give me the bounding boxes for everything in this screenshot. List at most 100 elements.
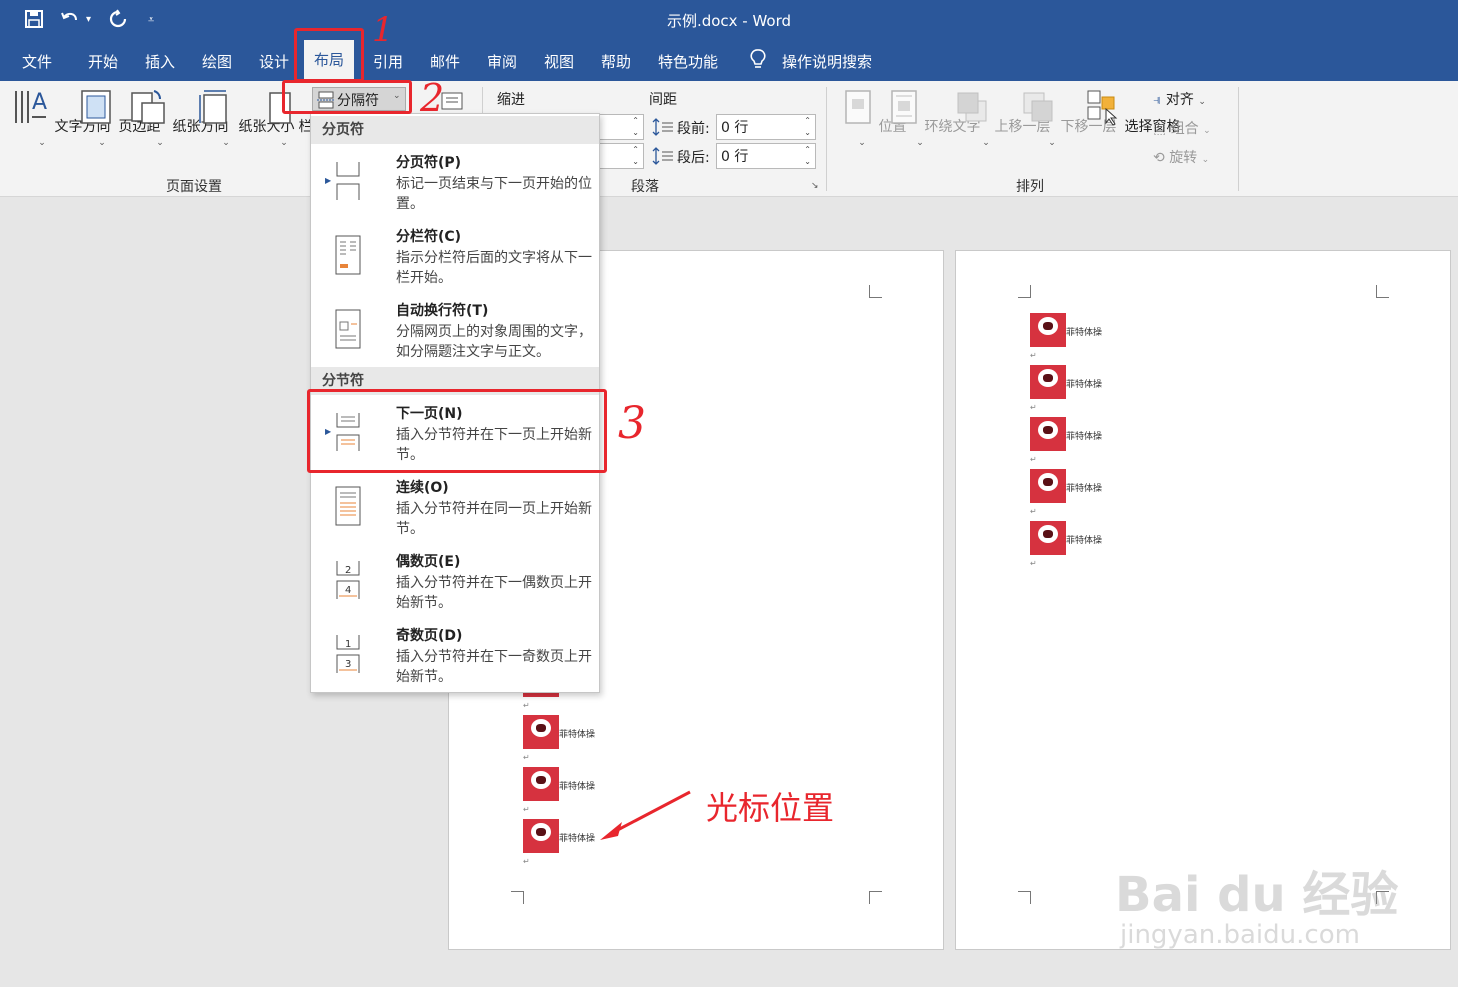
chevron-down-icon: ⌄	[982, 138, 990, 148]
spin-arrows-icon[interactable]: ⌃ ⌄	[632, 115, 639, 139]
chevron-down-icon: ⌄	[222, 138, 230, 148]
image-caption: 菲特体操	[559, 834, 596, 844]
svg-text:1: 1	[345, 639, 351, 650]
menu-item-description: 插入分节符并在同一页上开始新节。	[396, 501, 592, 537]
inline-image[interactable]	[1030, 417, 1066, 451]
menu-item-text-wrapping-break[interactable]: 自动换行符(T) 分隔网页上的对象周围的文字，如分隔题注文字与正文。	[311, 298, 599, 372]
menu-item-odd-page[interactable]: 13 奇数页(D) 插入分节符并在下一奇数页上开始新节。	[311, 623, 599, 697]
tab-view[interactable]: 视图	[544, 51, 574, 72]
fist-logo-icon	[1038, 473, 1058, 491]
align-button[interactable]: ⫣ 对齐 ⌄	[1153, 89, 1206, 109]
odd-page-section-icon: 13	[336, 635, 360, 673]
tab-file[interactable]: 文件	[22, 51, 52, 72]
group-button[interactable]: ⬚ 组合 ⌄	[1153, 118, 1211, 138]
wrap-text-button[interactable]: 环绕文字 ⌄	[888, 87, 980, 148]
spin-arrows-icon[interactable]: ⌃ ⌄	[804, 144, 811, 168]
fist-logo-icon	[531, 719, 551, 737]
spacing-after-field[interactable]: 0 行 ⌃ ⌄	[716, 143, 816, 169]
size-button[interactable]: 纸张大小 ⌄	[194, 87, 294, 148]
rotate-button[interactable]: ⟲ 旋转 ⌄	[1153, 147, 1209, 167]
spacing-label: 间距	[649, 92, 677, 108]
image-caption: 菲特体操	[1066, 380, 1103, 390]
indent-left-field[interactable]: ⌃ ⌄	[596, 114, 644, 140]
indent-right-field[interactable]: ⌃ ⌄	[596, 143, 644, 169]
arrange-group-label: 排列	[1016, 179, 1044, 195]
position-button[interactable]: 位置 ⌄	[842, 87, 906, 148]
chevron-down-icon: ⌄	[1203, 126, 1211, 136]
align-label: 对齐	[1165, 92, 1194, 108]
text-direction-icon: A	[15, 90, 47, 123]
paragraph-mark: ↵	[523, 857, 530, 866]
spin-arrows-icon[interactable]: ⌃ ⌄	[804, 115, 811, 139]
fist-logo-icon	[1038, 317, 1058, 335]
send-backward-button[interactable]: 下移一层 ⌄	[1020, 87, 1116, 148]
menu-item-continuous[interactable]: 连续(O) 插入分节符并在同一页上开始新节。	[311, 475, 599, 549]
page-corner-mark	[1018, 891, 1031, 904]
spin-arrows-icon[interactable]: ⌃ ⌄	[632, 144, 639, 168]
chevron-down-icon: ⌄	[38, 138, 46, 148]
fist-logo-icon	[1038, 525, 1058, 543]
annotation-step-1: 1	[372, 10, 394, 50]
image-caption: 菲特体操	[559, 782, 596, 792]
menu-item-description: 指示分栏符后面的文字将从下一栏开始。	[396, 250, 592, 286]
ribbon-tabs: 文件 开始 插入 绘图 设计 布局 引用 邮件 审阅 视图 帮助 特色功能 操作…	[0, 40, 1458, 81]
lightbulb-icon	[750, 49, 766, 75]
paragraph-mark: ↵	[1030, 559, 1037, 568]
menu-item-column-break[interactable]: 分栏符(C) 指示分栏符后面的文字将从下一栏开始。	[311, 224, 599, 298]
image-caption: 菲特体操	[1066, 536, 1103, 546]
menu-item-description: 标记一页结束与下一页开始的位置。	[396, 176, 592, 212]
inline-image[interactable]	[1030, 521, 1066, 555]
inline-image[interactable]	[523, 715, 559, 749]
fist-logo-icon	[531, 771, 551, 789]
tab-draw[interactable]: 绘图	[202, 51, 232, 72]
orientation-button[interactable]: 纸张方向 ⌄	[128, 87, 228, 148]
menu-item-even-page[interactable]: 24 偶数页(E) 插入分节符并在下一偶数页上开始新节。	[311, 549, 599, 623]
menu-item-title: 自动换行符(T)	[396, 303, 489, 319]
spacing-after-value: 0 行	[721, 149, 749, 165]
orientation-icon	[131, 90, 165, 124]
paper-size-icon	[199, 90, 227, 124]
tab-special-features[interactable]: 特色功能	[658, 51, 718, 72]
tab-design[interactable]: 设计	[259, 51, 289, 72]
inline-image[interactable]	[1030, 365, 1066, 399]
chevron-down-icon: ⌄	[280, 138, 288, 148]
tab-home[interactable]: 开始	[88, 51, 118, 72]
tell-me-search[interactable]: 操作说明搜索	[782, 51, 872, 72]
tab-help[interactable]: 帮助	[601, 51, 631, 72]
tab-review[interactable]: 审阅	[487, 51, 517, 72]
baidu-watermark: Bai du 经验	[1115, 867, 1399, 923]
menu-item-description: 插入分节符并在下一偶数页上开始新节。	[396, 575, 592, 611]
inline-image[interactable]	[523, 767, 559, 801]
tab-insert[interactable]: 插入	[145, 51, 175, 72]
bring-forward-button[interactable]: 上移一层 ⌄	[954, 87, 1050, 148]
spacing-before-field[interactable]: 0 行 ⌃ ⌄	[716, 114, 816, 140]
annotation-step-2: 2	[420, 76, 445, 120]
group-label: 组合	[1170, 121, 1199, 137]
paragraph-mark: ↵	[1030, 455, 1037, 464]
paragraph-mark: ↵	[1030, 507, 1037, 516]
send-backward-icon	[1023, 92, 1053, 122]
inline-image[interactable]	[1030, 469, 1066, 503]
annotation-arrow	[600, 790, 691, 840]
spacing-before-icon	[652, 117, 674, 141]
text-direction-button[interactable]: A 文字方向 ⌄	[10, 87, 110, 148]
indent-label: 缩进	[497, 92, 525, 108]
paragraph-mark: ↵	[523, 701, 530, 710]
dialog-launcher-icon[interactable]: ↘	[811, 181, 819, 191]
margins-button[interactable]: 页边距 ⌄	[78, 87, 160, 148]
inline-image[interactable]	[523, 819, 559, 853]
fist-logo-icon	[1038, 369, 1058, 387]
page-corner-mark	[869, 891, 882, 904]
inline-image[interactable]	[1030, 313, 1066, 347]
spacing-before-value: 0 行	[721, 120, 749, 136]
document-page-2[interactable]: 菲特体操 ↵ 菲特体操 ↵ 菲特体操 ↵ 菲特体操 ↵ 菲特体操 ↵	[955, 250, 1451, 950]
svg-text:4: 4	[345, 585, 351, 596]
menu-item-page-break[interactable]: ▶ 分页符(P) 标记一页结束与下一页开始的位置。	[311, 150, 599, 224]
menu-item-title: 分页符(P)	[396, 155, 462, 171]
svg-text:3: 3	[345, 659, 351, 670]
window-title: 示例.docx - Word	[666, 12, 792, 30]
selection-pane-button[interactable]: 选择窗格	[1084, 87, 1180, 136]
tab-references[interactable]: 引用	[373, 51, 403, 72]
tab-mailings[interactable]: 邮件	[430, 51, 460, 72]
page-corner-mark	[1018, 285, 1031, 298]
